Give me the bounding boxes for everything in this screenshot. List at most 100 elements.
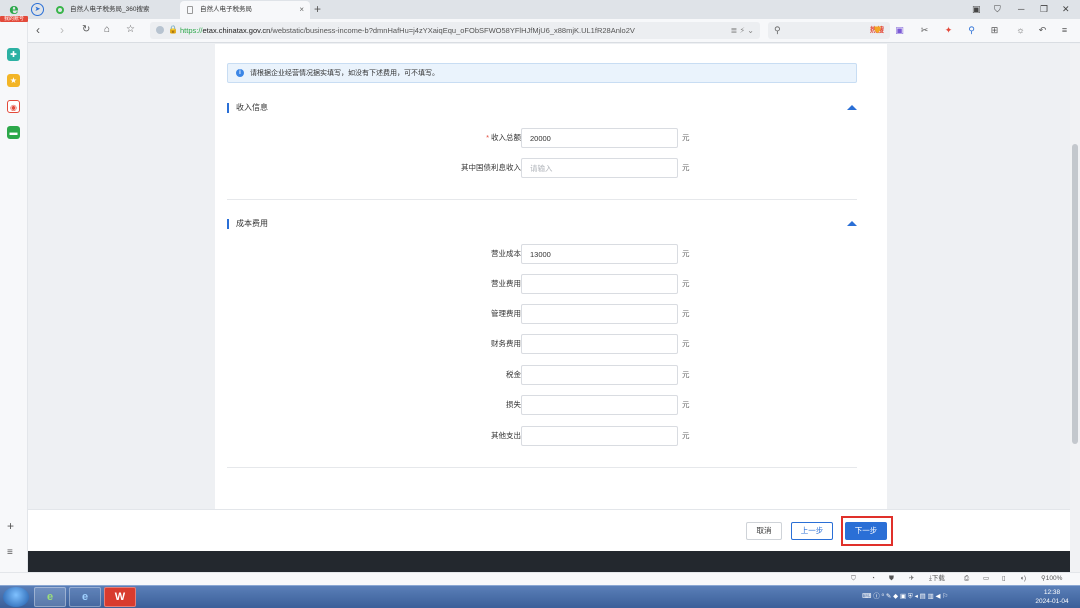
tab-etax[interactable]: 自然人电子税务局 × bbox=[180, 1, 310, 19]
unit-label: 元 bbox=[682, 400, 690, 409]
vertical-scrollbar[interactable] bbox=[1070, 44, 1080, 585]
url-tools-icon[interactable]: ≣ ⚡ ⌄ bbox=[731, 22, 754, 39]
home-icon[interactable]: ⌂ bbox=[104, 23, 110, 37]
windows-taskbar: e e W ⌨ ⓘ ⁰ ✎ ◆ ▣ ⛨ ◂ ▤ ▥ ◀ ⚐ 12:38 2024… bbox=[0, 585, 1080, 608]
game-extension-icon[interactable]: ✦ bbox=[942, 23, 955, 37]
system-tray-icons[interactable]: ⌨ ⓘ ⁰ ✎ ◆ ▣ ⛨ ◂ ▤ ▥ ◀ ⚐ bbox=[862, 588, 948, 606]
speed-icon[interactable]: ◔ bbox=[871, 573, 875, 585]
url-text[interactable]: https://etax.chinatax.gov.cn/webstatic/b… bbox=[180, 22, 735, 39]
field-operating-cost: 营业成本 元 bbox=[215, 244, 887, 264]
screenshot-icon[interactable]: ▭ bbox=[983, 573, 989, 585]
action-bar: 取消 上一步 下一步 bbox=[28, 509, 1070, 551]
cancel-button[interactable]: 取消 bbox=[746, 522, 782, 540]
field-finance-expense: 财务费用 元 bbox=[215, 334, 887, 354]
brightness-icon[interactable]: ☼ bbox=[1014, 23, 1027, 37]
field-label: 营业成本 bbox=[491, 249, 521, 258]
tab-label: 自然人电子税务局_360搜索 bbox=[70, 6, 150, 13]
tab-search-result[interactable]: 自然人电子税务局_360搜索 bbox=[50, 1, 180, 19]
section-divider bbox=[227, 199, 857, 200]
admin-expense-input[interactable] bbox=[521, 304, 678, 324]
collapse-caret-icon[interactable] bbox=[847, 221, 857, 226]
sound-icon[interactable]: ◖) bbox=[1020, 573, 1026, 585]
unit-label: 元 bbox=[682, 249, 690, 258]
section-divider bbox=[227, 467, 857, 468]
section-marker bbox=[227, 219, 229, 229]
field-other-expense: 其他支出 元 bbox=[215, 426, 887, 446]
wps-taskbar-icon[interactable]: W bbox=[104, 587, 136, 607]
weibo-icon[interactable]: ◉ bbox=[7, 100, 20, 113]
field-label: 其他支出 bbox=[491, 431, 521, 440]
favorites-star-icon[interactable]: ★ bbox=[7, 74, 20, 87]
operating-cost-input[interactable] bbox=[521, 244, 678, 264]
account-badge[interactable]: 我的账号 bbox=[0, 16, 28, 22]
cost-section-title: 成本费用 bbox=[236, 219, 268, 228]
print-icon[interactable]: ⎙ bbox=[964, 573, 969, 585]
field-label: 损失 bbox=[506, 400, 521, 409]
bond-interest-input[interactable] bbox=[521, 158, 678, 178]
field-bond-interest: 其中国债利息收入 元 bbox=[215, 158, 887, 178]
close-window-icon[interactable]: ✕ bbox=[1062, 2, 1070, 16]
operating-expense-input[interactable] bbox=[521, 274, 678, 294]
bookmark-star-icon[interactable]: ☆ bbox=[126, 23, 135, 37]
back-icon[interactable]: ‹ bbox=[36, 23, 40, 37]
browser-status-bar: ⛉ ◔ ⛊ ✈ ⤓下载 ⎙ ▭ ▯ ◖) ⚲100% bbox=[0, 572, 1080, 585]
ie-taskbar-icon[interactable]: e bbox=[69, 587, 101, 607]
apps-grid-icon[interactable]: ⊞ bbox=[988, 23, 1001, 37]
undo-icon[interactable]: ↶ bbox=[1036, 23, 1049, 37]
accelerate-icon[interactable]: ✈ bbox=[909, 573, 914, 585]
minimize-icon[interactable]: ─ bbox=[1018, 2, 1024, 16]
reload-icon[interactable]: ↻ bbox=[82, 23, 90, 37]
unit-label: 元 bbox=[682, 309, 690, 318]
total-income-input[interactable] bbox=[521, 128, 678, 148]
scrollbar-thumb[interactable] bbox=[1072, 144, 1078, 444]
system-clock[interactable]: 12:38 2024-01-04 bbox=[1028, 588, 1076, 606]
left-sidebar: ✚ ★ ◉ ▬ + ≡ bbox=[0, 19, 28, 585]
page-icon bbox=[187, 6, 193, 14]
prev-step-button[interactable]: 上一步 bbox=[791, 522, 833, 540]
window-icon[interactable]: ▯ bbox=[1002, 573, 1006, 585]
next-step-button[interactable]: 下一步 bbox=[845, 522, 887, 540]
form-card: i 请根据企业经营情况据实填写，如没有下述费用，可不填写。 收入信息 * 收入总额… bbox=[215, 44, 887, 509]
collapse-caret-icon[interactable] bbox=[847, 105, 857, 110]
address-bar[interactable]: 🔒 https://etax.chinatax.gov.cn/webstatic… bbox=[150, 22, 760, 39]
search-icon: ⚲ bbox=[774, 25, 781, 35]
shield-extension-icon[interactable]: ⛊ bbox=[871, 23, 884, 37]
income-section-title: 收入信息 bbox=[236, 103, 268, 112]
new-tab-button[interactable]: + bbox=[314, 1, 321, 17]
scissors-icon[interactable]: ✂ bbox=[918, 23, 931, 37]
add-sidebar-icon[interactable]: + bbox=[7, 519, 14, 533]
close-tab-icon[interactable]: × bbox=[299, 1, 304, 19]
field-label: 财务费用 bbox=[491, 339, 521, 348]
shield-status-icon[interactable]: ⛊ bbox=[889, 573, 894, 585]
other-expense-input[interactable] bbox=[521, 426, 678, 446]
translate-extension-icon[interactable]: ▣ bbox=[893, 23, 906, 37]
tab-count-icon[interactable]: ▣ bbox=[972, 2, 981, 16]
browser-360-taskbar-icon[interactable]: e bbox=[34, 587, 66, 607]
shirt-icon[interactable]: ⛉ bbox=[994, 2, 1001, 16]
unit-label: 元 bbox=[682, 431, 690, 440]
security-status-icon[interactable]: ⛉ bbox=[851, 573, 856, 585]
loss-input[interactable] bbox=[521, 395, 678, 415]
finance-expense-input[interactable] bbox=[521, 334, 678, 354]
forward-icon[interactable]: › bbox=[60, 23, 64, 37]
unit-label: 元 bbox=[682, 133, 690, 142]
info-icon: i bbox=[236, 69, 244, 77]
notice-text: 请根据企业经营情况据实填写，如没有下述费用，可不填写。 bbox=[250, 70, 439, 77]
main-menu-icon[interactable]: ≡ bbox=[1058, 23, 1071, 37]
search-extension-icon[interactable]: ⚲ bbox=[965, 23, 978, 37]
start-button[interactable] bbox=[3, 587, 29, 607]
download-label[interactable]: ⤓下载 bbox=[929, 573, 945, 585]
folder-icon[interactable]: ▬ bbox=[7, 126, 20, 139]
field-label: 税金 bbox=[506, 370, 521, 379]
field-operating-expense: 营业费用 元 bbox=[215, 274, 887, 294]
zoom-level[interactable]: ⚲100% bbox=[1041, 573, 1062, 585]
plus-app-icon[interactable]: ✚ bbox=[7, 48, 20, 61]
tax-input[interactable] bbox=[521, 365, 678, 385]
restore-icon[interactable]: ❐ bbox=[1040, 2, 1048, 16]
field-label: * 收入总额 bbox=[486, 133, 521, 142]
field-total-income: *收入总额 元 bbox=[215, 128, 887, 148]
menu-icon[interactable]: ≡ bbox=[7, 547, 13, 558]
navigation-icon[interactable]: ➤ bbox=[31, 3, 44, 16]
field-admin-expense: 管理费用 元 bbox=[215, 304, 887, 324]
lock-icon: 🔒 bbox=[168, 25, 178, 34]
